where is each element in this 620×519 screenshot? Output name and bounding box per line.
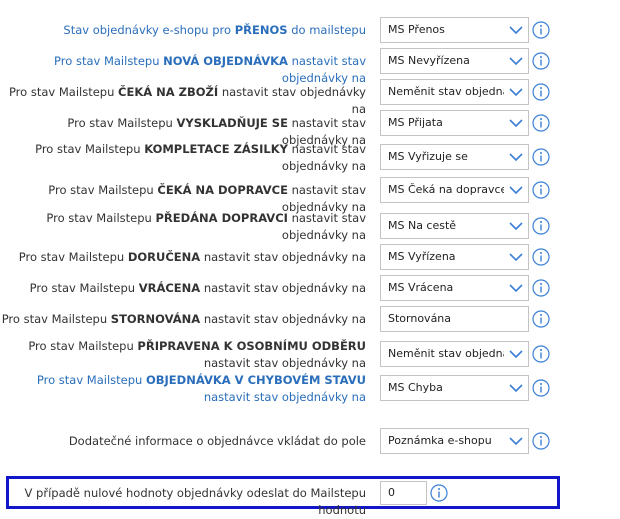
chevron-down-icon: [504, 145, 528, 169]
status-select-nova-objednavka[interactable]: MS Nevyřízena: [380, 48, 529, 74]
chevron-down-icon: [504, 245, 528, 269]
zero-value-input[interactable]: 0: [380, 481, 427, 505]
setting-label: Pro stav Mailstepu KOMPLETACE ZÁSILKY na…: [35, 142, 366, 173]
setting-label: Pro stav Mailstepu OBJEDNÁVKA V CHYBOVÉM…: [36, 373, 366, 404]
chevron-down-icon: [504, 342, 528, 366]
info-icon[interactable]: [532, 148, 550, 166]
info-icon[interactable]: [532, 248, 550, 266]
info-icon[interactable]: [532, 181, 550, 199]
status-select-vracena[interactable]: MS Vrácena: [380, 275, 529, 301]
setting-label: Pro stav Mailstepu PŘIPRAVENA K OSOBNÍMU…: [28, 339, 366, 370]
chevron-down-icon: [504, 429, 528, 453]
status-select-prenos[interactable]: MS Přenos: [380, 17, 529, 43]
chevron-down-icon: [504, 80, 528, 104]
setting-label: Pro stav Mailstepu VRÁCENA nastavit stav…: [29, 281, 366, 295]
status-select-stornovana[interactable]: Stornována: [380, 306, 529, 332]
extra-info-select[interactable]: Poznámka e-shopu: [380, 428, 529, 454]
info-icon[interactable]: [532, 310, 550, 328]
status-select-ceka-na-dopravce[interactable]: MS Čeká na dopravce: [380, 177, 529, 203]
chevron-down-icon: [504, 178, 528, 202]
info-icon[interactable]: [532, 21, 550, 39]
info-icon[interactable]: [532, 114, 550, 132]
info-icon[interactable]: [532, 83, 550, 101]
setting-label: Pro stav Mailstepu STORNOVÁNA nastavit s…: [1, 312, 366, 326]
setting-label: Pro stav Mailstepu NOVÁ OBJEDNÁVKA nasta…: [54, 54, 366, 85]
info-icon[interactable]: [532, 345, 550, 363]
info-icon[interactable]: [532, 432, 550, 450]
setting-label: Pro stav Mailstepu DORUČENA nastavit sta…: [18, 250, 366, 264]
chevron-down-icon: [504, 111, 528, 135]
info-icon[interactable]: [430, 484, 448, 502]
chevron-down-icon: [504, 49, 528, 73]
chevron-down-icon: [504, 18, 528, 42]
status-select-kompletace-zasilky[interactable]: MS Vyřizuje se: [380, 144, 529, 170]
status-select-vyskladnuje-se[interactable]: MS Přijata: [380, 110, 529, 136]
setting-label: Pro stav Mailstepu PŘEDÁNA DOPRAVCI nast…: [46, 211, 366, 242]
info-icon[interactable]: [532, 279, 550, 297]
info-icon[interactable]: [532, 217, 550, 235]
status-select-pripravena-k-odberu[interactable]: Neměnit stav objednávky: [380, 341, 529, 367]
setting-label: Stav objednávky e-shopu pro PŘENOS do ma…: [63, 23, 366, 37]
chevron-down-icon: [504, 376, 528, 400]
status-select-predana-dopravci[interactable]: MS Na cestě: [380, 213, 529, 239]
zero-value-label: V případě nulové hodnoty objednávky odes…: [24, 486, 366, 517]
chevron-down-icon: [504, 276, 528, 300]
setting-label: Pro stav Mailstepu ČEKÁ NA ZBOŽÍ nastavi…: [8, 85, 366, 116]
status-select-ceka-na-zbozi[interactable]: Neměnit stav objednávky: [380, 79, 529, 105]
chevron-down-icon: [504, 214, 528, 238]
info-icon[interactable]: [532, 52, 550, 70]
info-icon[interactable]: [532, 379, 550, 397]
status-select-dorucena[interactable]: MS Vyřízena: [380, 244, 529, 270]
extra-info-label: Dodatečné informace o objednávce vkládat…: [68, 434, 366, 448]
status-select-chybovy-stav[interactable]: MS Chyba: [380, 375, 529, 401]
